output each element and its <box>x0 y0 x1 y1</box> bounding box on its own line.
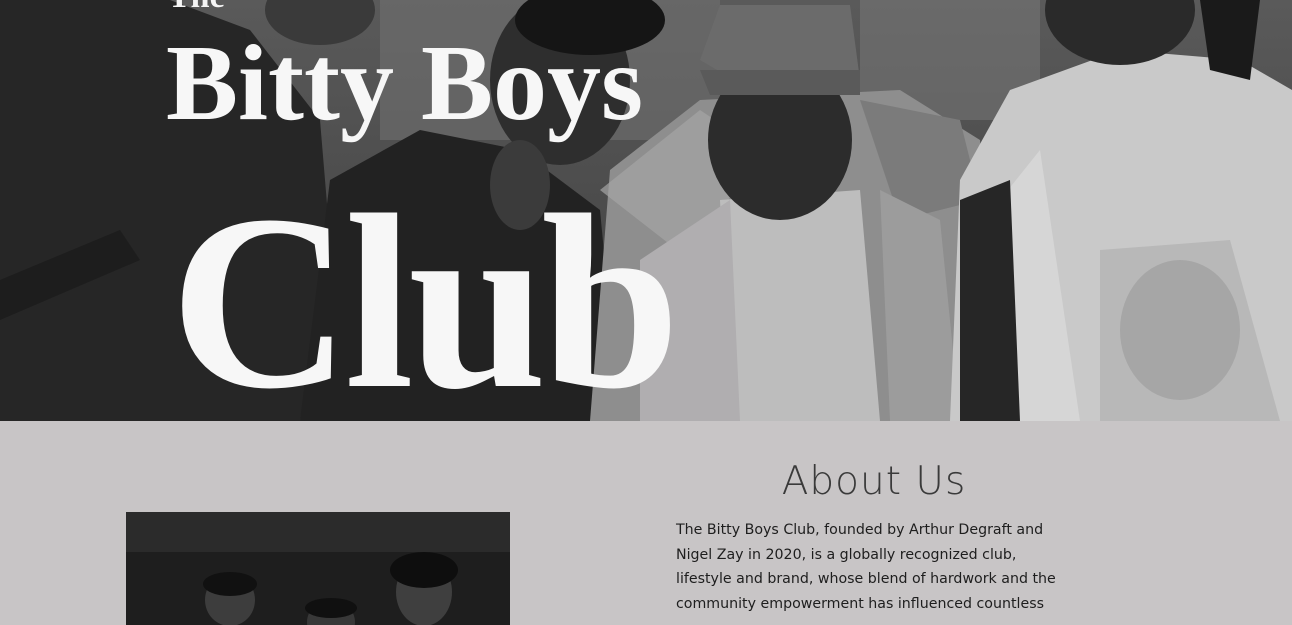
about-description: The Bitty Boys Club, founded by Arthur D… <box>676 522 1056 612</box>
title-prefix: The <box>168 0 225 16</box>
title-line-club: Club <box>170 164 680 422</box>
about-section: About Us The Bitty Boys Club, founded by… <box>0 421 1292 625</box>
members-photo-image <box>126 512 510 625</box>
hero-banner: The Bitty Boys Club <box>0 0 1292 421</box>
members-photo <box>126 512 510 625</box>
hero-title: The Bitty Boys Club <box>0 0 760 421</box>
about-heading: About Us <box>781 459 967 504</box>
title-line-bitty-boys: Bitty Boys <box>166 24 644 143</box>
